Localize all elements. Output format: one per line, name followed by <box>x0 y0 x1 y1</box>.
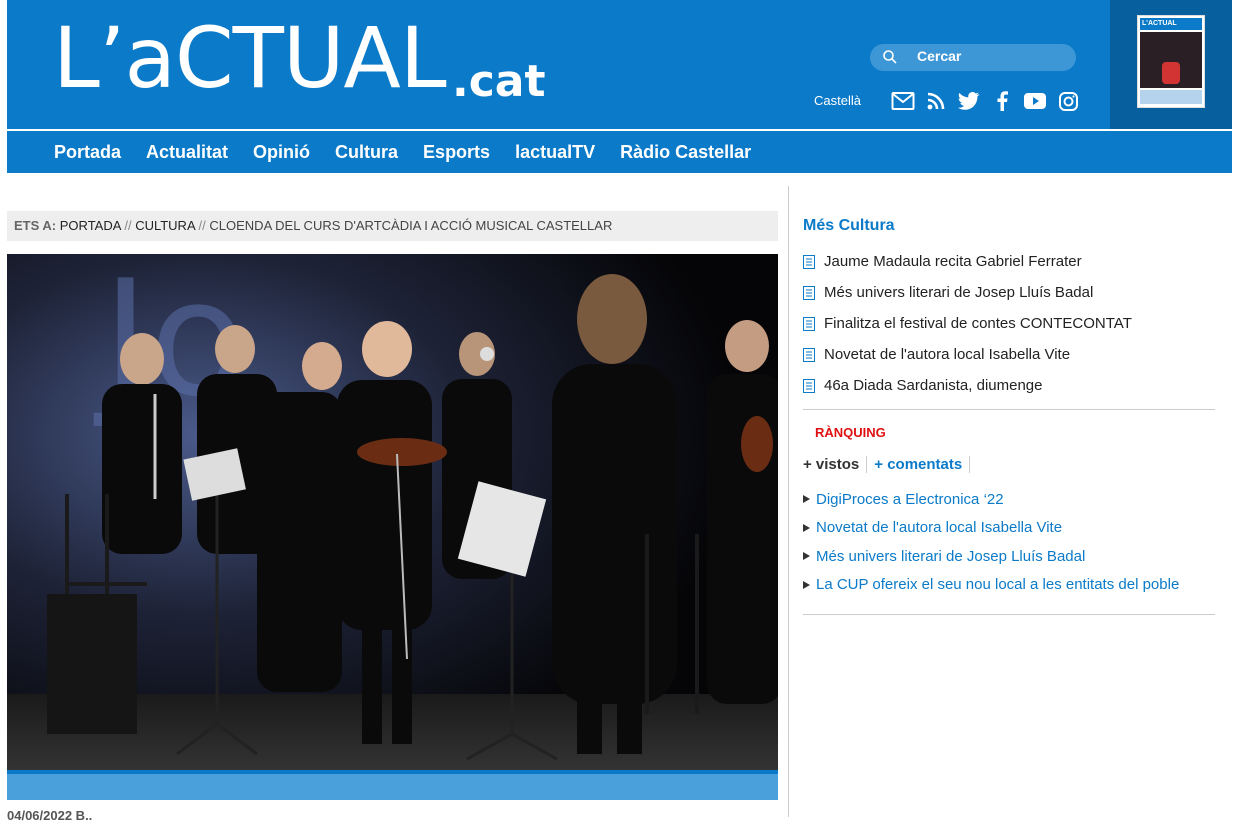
cover-footer <box>1140 90 1202 104</box>
search-box[interactable]: Cercar <box>870 44 1076 71</box>
search-label[interactable]: Cercar <box>917 48 961 64</box>
instagram-icon[interactable] <box>1056 90 1080 112</box>
ranking-list: DigiProces a Electronica ‘22 Novetat de l… <box>803 485 1179 599</box>
ranking-item-label[interactable]: Més univers literari de Josep Lluís Bada… <box>816 548 1085 565</box>
nav-item-actualitat[interactable]: Actualitat <box>146 142 228 163</box>
list-item-label[interactable]: 46a Diada Sardanista, diumenge <box>824 377 1042 394</box>
list-item[interactable]: Jaume Madaula recita Gabriel Ferrater <box>803 246 1132 277</box>
list-item-label[interactable]: Finalitza el festival de contes CONTECON… <box>824 315 1132 332</box>
nav-item-lactualtv[interactable]: lactualTV <box>515 142 595 163</box>
tab-most-commented[interactable]: + comentats <box>867 456 971 473</box>
search-icon[interactable] <box>882 49 898 65</box>
language-link[interactable]: Castellà <box>814 93 861 108</box>
site-logo[interactable]: L’aCTUAL <box>53 8 447 108</box>
sidebar-divider <box>803 409 1215 410</box>
ranking-title: RÀNQUING <box>815 425 886 440</box>
ranking-item[interactable]: Novetat de l'autora local Isabella Vite <box>803 514 1179 543</box>
more-culture-list: Jaume Madaula recita Gabriel Ferrater Més… <box>803 246 1132 401</box>
breadcrumb-label: ETS A: <box>14 218 57 233</box>
mail-icon[interactable] <box>891 90 915 112</box>
list-item-label[interactable]: Més univers literari de Josep Lluís Bada… <box>824 284 1093 301</box>
breadcrumb: ETS A: PORTADA // CULTURA // CLOENDA DEL… <box>7 211 778 241</box>
document-icon <box>803 316 815 331</box>
document-icon <box>803 347 815 362</box>
social-links <box>891 90 1080 112</box>
nav-item-portada[interactable]: Portada <box>54 142 121 163</box>
ranking-item[interactable]: La CUP ofereix el seu nou local a les en… <box>803 571 1179 600</box>
nav-item-esports[interactable]: Esports <box>423 142 490 163</box>
document-icon <box>803 254 815 269</box>
breadcrumb-cultura[interactable]: CULTURA <box>135 218 195 233</box>
arrow-right-icon <box>803 552 810 561</box>
article-date: 04/06/2022 B.. <box>7 808 93 823</box>
document-icon <box>803 285 815 300</box>
magazine-cover[interactable]: L'ACTUAL <box>1137 15 1205 108</box>
list-item[interactable]: Més univers literari de Josep Lluís Bada… <box>803 277 1132 308</box>
list-item[interactable]: Novetat de l'autora local Isabella Vite <box>803 339 1132 370</box>
breadcrumb-separator: // <box>124 218 132 233</box>
sidebar-divider <box>803 614 1215 615</box>
site-header: L’aCTUAL .cat Cercar Castellà L'ACTUAL <box>7 0 1232 129</box>
tab-most-viewed[interactable]: + vistos <box>803 456 868 473</box>
magazine-cover-panel: L'ACTUAL <box>1110 0 1232 129</box>
article-photo: Jo <box>7 254 778 770</box>
photo-caption-bar <box>7 770 778 800</box>
ranking-item-label[interactable]: DigiProces a Electronica ‘22 <box>816 491 1004 508</box>
ranking-item[interactable]: Més univers literari de Josep Lluís Bada… <box>803 542 1179 571</box>
breadcrumb-portada[interactable]: PORTADA <box>60 218 121 233</box>
more-culture-title[interactable]: Més Cultura <box>803 217 895 235</box>
main-nav: Portada Actualitat Opinió Cultura Esports lac… <box>7 131 1232 173</box>
ranking-item-label[interactable]: La CUP ofereix el seu nou local a les en… <box>816 576 1179 593</box>
breadcrumb-separator: // <box>198 218 206 233</box>
nav-item-cultura[interactable]: Cultura <box>335 142 398 163</box>
ranking-item[interactable]: DigiProces a Electronica ‘22 <box>803 485 1179 514</box>
youtube-icon[interactable] <box>1023 90 1047 112</box>
list-item[interactable]: Finalitza el festival de contes CONTECON… <box>803 308 1132 339</box>
column-divider <box>788 186 789 817</box>
ranking-tabs: + vistos + comentats <box>803 456 971 473</box>
document-icon <box>803 378 815 393</box>
twitter-icon[interactable] <box>957 90 981 112</box>
arrow-right-icon <box>803 580 810 589</box>
breadcrumb-current: CLOENDA DEL CURS D'ARTCÀDIA I ACCIÓ MUSI… <box>209 218 613 233</box>
arrow-right-icon <box>803 523 810 532</box>
arrow-right-icon <box>803 495 810 504</box>
list-item-label[interactable]: Novetat de l'autora local Isabella Vite <box>824 346 1070 363</box>
site-logo-suffix[interactable]: .cat <box>452 52 546 112</box>
facebook-icon[interactable] <box>990 90 1014 112</box>
cover-image <box>1140 32 1202 88</box>
nav-item-opini-[interactable]: Opinió <box>253 142 310 163</box>
list-item-label[interactable]: Jaume Madaula recita Gabriel Ferrater <box>824 253 1082 270</box>
list-item[interactable]: 46a Diada Sardanista, diumenge <box>803 370 1132 401</box>
rss-icon[interactable] <box>924 90 948 112</box>
ranking-item-label[interactable]: Novetat de l'autora local Isabella Vite <box>816 519 1062 536</box>
nav-item-r-dio-castellar[interactable]: Ràdio Castellar <box>620 142 751 163</box>
cover-title: L'ACTUAL <box>1140 18 1202 30</box>
